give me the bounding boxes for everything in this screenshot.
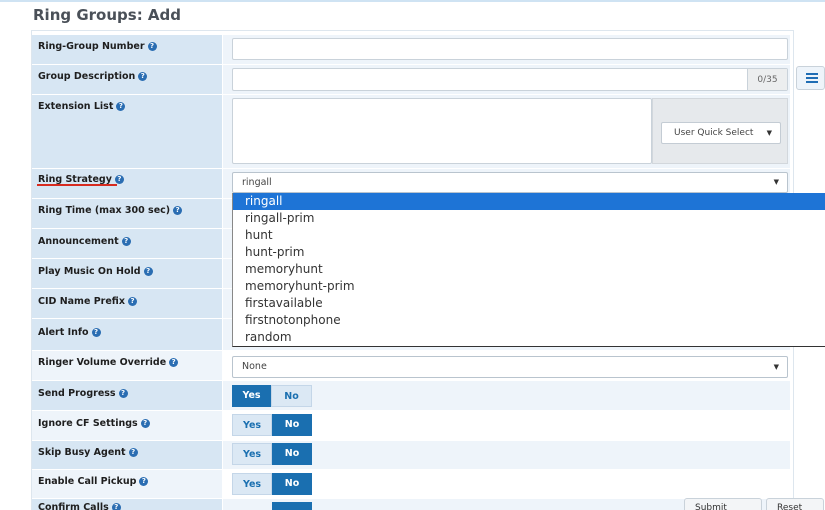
help-icon[interactable]: ? <box>111 503 121 510</box>
caret-down-icon: ▼ <box>773 178 779 186</box>
enable-call-pickup-label: Enable Call Pickup <box>38 476 137 487</box>
page-title: Ring Groups: Add <box>33 6 181 24</box>
ring-group-number-label: Ring-Group Number <box>38 41 145 52</box>
char-counter: 0/35 <box>747 69 787 90</box>
extension-list-label: Extension List <box>38 101 114 112</box>
no-button[interactable]: No <box>271 385 312 407</box>
extension-list-textarea[interactable] <box>232 98 652 164</box>
dropdown-option-memoryhunt[interactable]: memoryhunt <box>233 261 825 278</box>
dropdown-option-memoryhunt-prim[interactable]: memoryhunt-prim <box>233 278 825 295</box>
group-description-label: Group Description <box>38 71 136 82</box>
dropdown-option-ringall[interactable]: ringall <box>233 193 825 210</box>
user-quick-select[interactable]: User Quick Select ▼ <box>661 122 781 144</box>
alert-info-label: Alert Info <box>38 327 89 338</box>
help-icon[interactable]: ? <box>143 267 153 276</box>
reset-button[interactable]: Reset <box>766 498 824 510</box>
row-group-description: Group Description? 0/35 <box>32 64 790 94</box>
skip-busy-agent-toggle: Yes No <box>232 443 312 465</box>
confirm-calls-toggle[interactable] <box>272 502 312 510</box>
submit-button[interactable]: Submit <box>684 498 762 510</box>
help-icon[interactable]: ? <box>116 102 126 111</box>
quick-select-panel: User Quick Select ▼ <box>652 98 788 164</box>
help-icon[interactable]: ? <box>147 42 157 51</box>
yes-button[interactable]: Yes <box>232 443 272 465</box>
send-progress-label: Send Progress <box>38 388 116 399</box>
no-button[interactable]: No <box>272 443 312 465</box>
play-music-on-hold-label: Play Music On Hold <box>38 266 141 277</box>
list-icon <box>806 73 818 75</box>
no-button[interactable]: No <box>272 473 312 495</box>
help-icon[interactable]: ? <box>173 206 183 215</box>
cid-name-prefix-label: CID Name Prefix <box>38 296 125 307</box>
dropdown-option-firstavailable[interactable]: firstavailable <box>233 295 825 312</box>
yes-button[interactable]: Yes <box>232 385 271 407</box>
help-icon[interactable]: ? <box>169 358 179 367</box>
ring-strategy-underline <box>37 184 117 186</box>
caret-down-icon: ▼ <box>773 363 779 371</box>
dropdown-option-firstnotonphone[interactable]: firstnotonphone <box>233 312 825 329</box>
dropdown-option-hunt[interactable]: hunt <box>233 227 825 244</box>
dropdown-option-ringall-prim[interactable]: ringall-prim <box>233 210 825 227</box>
dropdown-option-hunt-prim[interactable]: hunt-prim <box>233 244 825 261</box>
help-icon[interactable]: ? <box>138 72 148 81</box>
announcement-label: Announcement <box>38 236 119 247</box>
help-icon[interactable]: ? <box>118 389 128 398</box>
ring-strategy-select[interactable]: ringall ▼ <box>232 172 788 193</box>
group-description-input[interactable]: 0/35 <box>232 68 788 91</box>
yes-button[interactable]: Yes <box>232 414 272 436</box>
top-border <box>0 0 825 2</box>
help-icon[interactable]: ? <box>114 175 124 184</box>
send-progress-toggle: Yes No <box>232 385 312 407</box>
row-ignore-cf-settings: Ignore CF Settings? <box>32 410 790 440</box>
help-icon[interactable]: ? <box>127 297 137 306</box>
help-icon[interactable]: ? <box>139 477 149 486</box>
dropdown-option-random[interactable]: random <box>233 329 825 346</box>
help-icon[interactable]: ? <box>128 448 138 457</box>
row-ring-group-number: Ring-Group Number? <box>32 34 790 64</box>
no-button[interactable]: No <box>272 414 312 436</box>
row-confirm-calls: Confirm Calls? <box>32 498 790 510</box>
yes-button[interactable]: Yes <box>232 473 272 495</box>
ring-strategy-dropdown: ringall ringall-prim hunt hunt-prim memo… <box>232 193 825 347</box>
ignore-cf-settings-label: Ignore CF Settings <box>38 418 138 429</box>
help-icon[interactable]: ? <box>140 419 150 428</box>
enable-call-pickup-toggle: Yes No <box>232 473 312 495</box>
help-icon[interactable]: ? <box>121 237 131 246</box>
row-skip-busy-agent: Skip Busy Agent? <box>32 440 790 469</box>
ring-group-number-input[interactable] <box>232 38 788 60</box>
row-enable-call-pickup: Enable Call Pickup? <box>32 469 790 498</box>
help-icon[interactable]: ? <box>91 328 101 337</box>
row-send-progress: Send Progress? <box>32 380 790 410</box>
ignore-cf-settings-toggle: Yes No <box>232 414 312 436</box>
list-view-button[interactable] <box>796 66 825 90</box>
confirm-calls-label: Confirm Calls <box>38 502 109 510</box>
ringer-volume-override-label: Ringer Volume Override <box>38 357 167 368</box>
skip-busy-agent-label: Skip Busy Agent <box>38 447 126 458</box>
ringer-volume-select[interactable]: None ▼ <box>232 356 788 378</box>
ring-time-label: Ring Time (max 300 sec) <box>38 205 171 216</box>
caret-down-icon: ▼ <box>766 129 772 137</box>
